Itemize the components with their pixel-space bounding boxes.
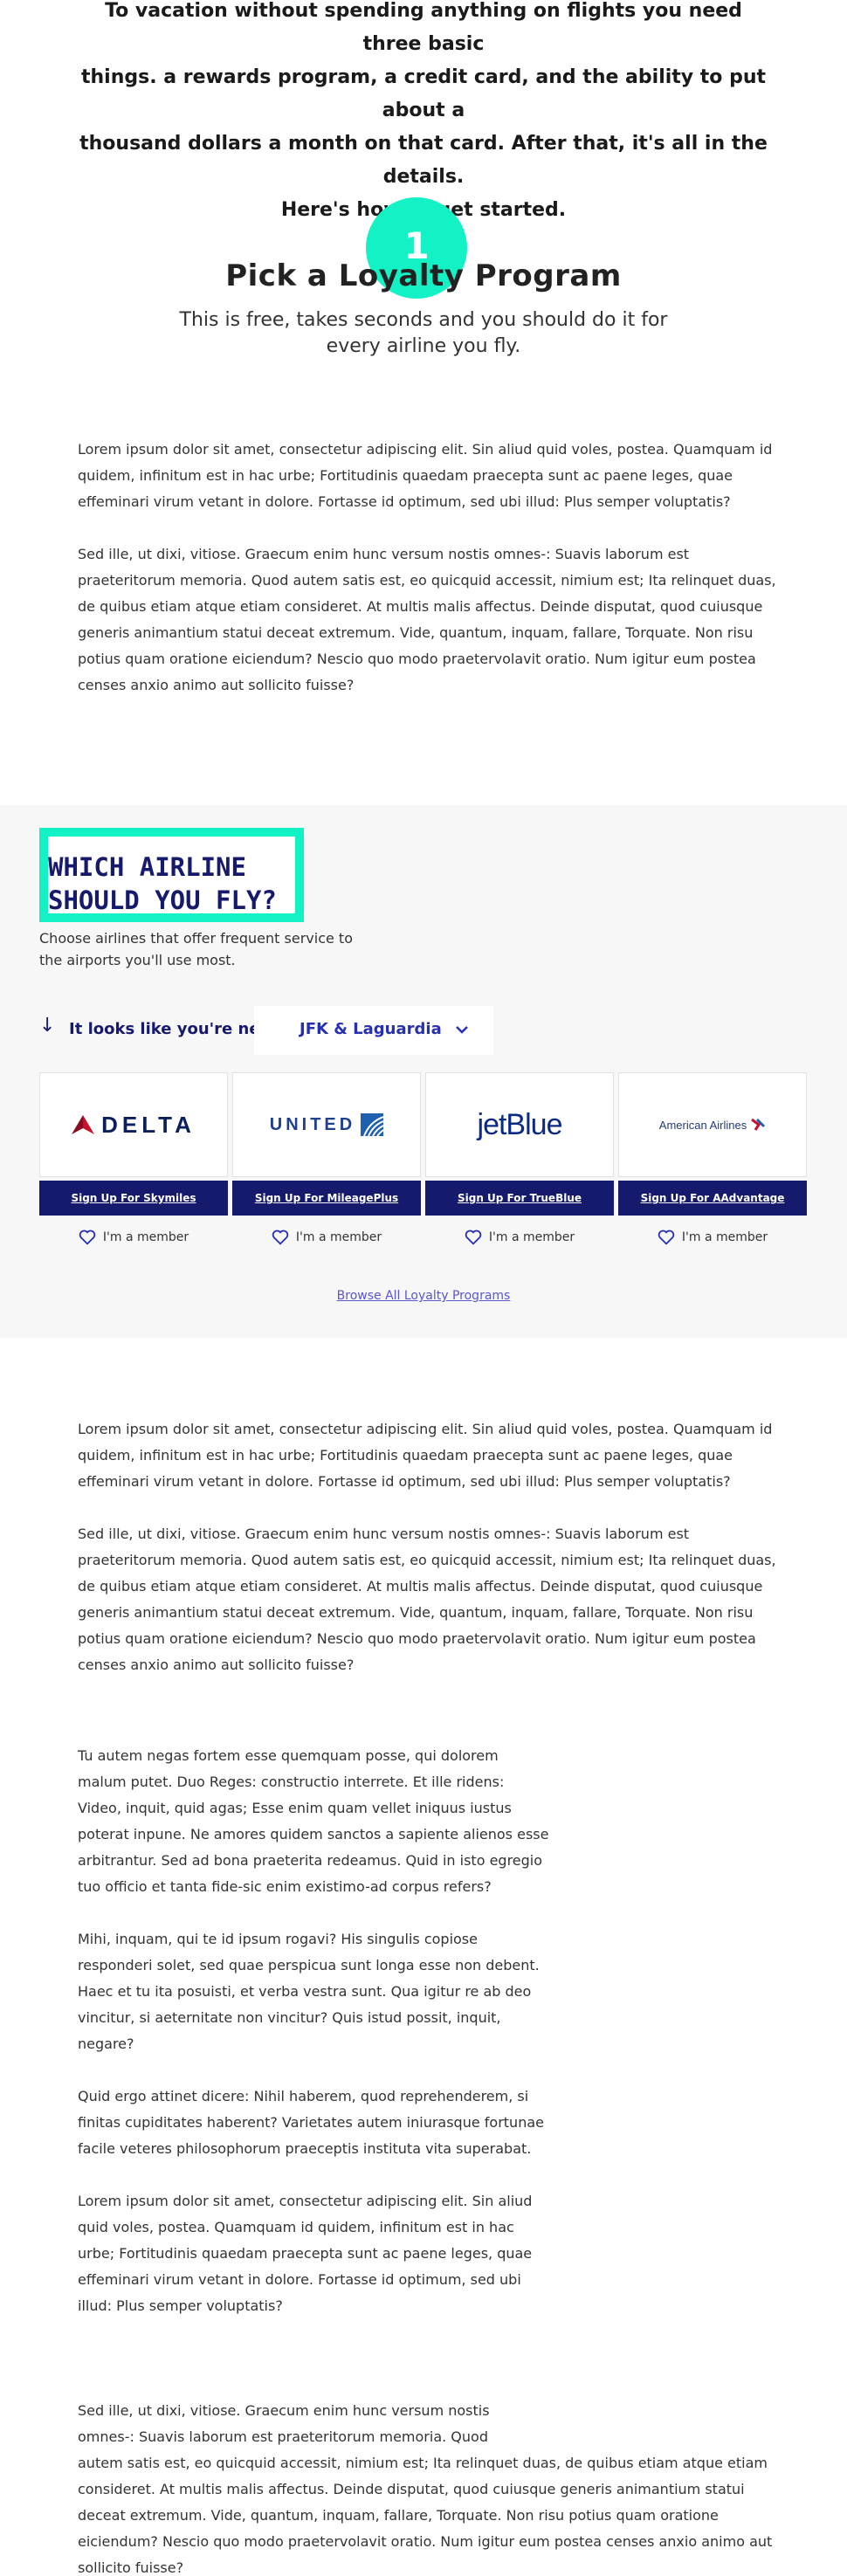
member-toggle-united[interactable]: I'm a member xyxy=(232,1229,421,1250)
american-airlines-logo: American Airlines xyxy=(618,1072,807,1177)
paragraph: Lorem ipsum dolor sit amet, consectetur … xyxy=(78,2193,533,2314)
airline-card-jetblue: jetBlue Sign Up For TrueBlue I'm a membe… xyxy=(425,1072,614,1250)
signup-trueblue-button[interactable]: Sign Up For TrueBlue xyxy=(425,1181,614,1216)
american-airlines-wordmark: American Airlines xyxy=(658,1118,747,1132)
near-label: It looks like you're near xyxy=(69,1020,279,1038)
heading-line: SHOULD YOU FLY? xyxy=(48,885,277,915)
airline-card-delta: DELTA Sign Up For Skymiles I'm a member xyxy=(39,1072,228,1250)
airline-selector-section: WHICH AIRLINE SHOULD YOU FLY? Choose air… xyxy=(0,805,847,1338)
paragraph: Sed ille, ut dixi, vitiose. Graecum enim… xyxy=(78,1526,776,1673)
step-subtitle-line: This is free, takes seconds and you shou… xyxy=(179,309,668,331)
which-airline-heading: WHICH AIRLINE SHOULD YOU FLY? xyxy=(48,851,277,917)
member-toggle-american[interactable]: I'm a member xyxy=(618,1229,807,1250)
signup-skymiles-button[interactable]: Sign Up For Skymiles xyxy=(39,1181,228,1216)
member-label: I'm a member xyxy=(681,1230,768,1244)
heart-icon xyxy=(272,1229,289,1245)
delta-widget-icon xyxy=(72,1115,95,1134)
intro-text: To vacation without spending anything on… xyxy=(79,0,768,227)
arrow-down-icon: ↓ xyxy=(39,1015,56,1037)
american-flight-symbol-icon xyxy=(751,1118,766,1131)
paragraph-narrow-part: Sed ille, ut dixi, vitiose. Graecum enim… xyxy=(78,2402,490,2445)
body-text-middle: Lorem ipsum dolor sit amet, consectetur … xyxy=(78,1416,776,1705)
airline-card-american: American Airlines Sign Up For AAdvantage… xyxy=(618,1072,807,1250)
body-text-bottom: Sed ille, ut dixi, vitiose. Graecum enim… xyxy=(78,2398,776,2576)
delta-wordmark: DELTA xyxy=(101,1111,196,1138)
heading-line: WHICH AIRLINE xyxy=(48,852,246,882)
chevron-down-icon xyxy=(456,1023,468,1037)
paragraph: Lorem ipsum dolor sit amet, consectetur … xyxy=(78,441,773,510)
airline-cards: DELTA Sign Up For Skymiles I'm a member … xyxy=(39,1072,808,1256)
paragraph: Sed ille, ut dixi, vitiose. Graecum enim… xyxy=(78,546,776,693)
intro-line: things. a rewards program, a credit card… xyxy=(80,66,767,121)
step-subtitle: This is free, takes seconds and you shou… xyxy=(166,307,681,360)
step-subtitle-line: every airline you fly. xyxy=(326,335,521,357)
united-wordmark: UNITED xyxy=(269,1114,356,1134)
location-row: ↓ It looks like you're near JFK & Laguar… xyxy=(39,1006,511,1058)
intro-line: To vacation without spending anything on… xyxy=(105,0,742,55)
signup-aadvantage-button[interactable]: Sign Up For AAdvantage xyxy=(618,1181,807,1216)
jetblue-wordmark: jetBlue xyxy=(477,1107,563,1141)
member-toggle-jetblue[interactable]: I'm a member xyxy=(425,1229,614,1250)
body-text-top: Lorem ipsum dolor sit amet, consectetur … xyxy=(78,437,776,725)
browse-all-loyalty-programs-link[interactable]: Browse All Loyalty Programs xyxy=(0,1289,847,1303)
body-text-narrow: Tu autem negas fortem esse quemquam poss… xyxy=(78,1743,549,2345)
heart-icon xyxy=(658,1229,675,1245)
member-label: I'm a member xyxy=(488,1230,575,1244)
signup-mileageplus-button[interactable]: Sign Up For MileagePlus xyxy=(232,1181,421,1216)
which-airline-heading-box: WHICH AIRLINE SHOULD YOU FLY? xyxy=(39,828,304,922)
paragraph: Lorem ipsum dolor sit amet, consectetur … xyxy=(78,1421,773,1490)
united-globe-icon xyxy=(361,1113,384,1136)
paragraph: Quid ergo attinet dicere: Nihil haberem,… xyxy=(78,2088,544,2157)
united-logo: UNITED xyxy=(232,1072,421,1177)
location-dropdown[interactable]: JFK & Laguardia xyxy=(254,1006,493,1055)
paragraph: Tu autem negas fortem esse quemquam poss… xyxy=(78,1747,549,1895)
delta-logo: DELTA xyxy=(39,1072,228,1177)
member-label: I'm a member xyxy=(295,1230,382,1244)
heart-icon xyxy=(79,1229,96,1245)
location-value: JFK & Laguardia xyxy=(300,1020,442,1038)
paragraph-wide-part: autem satis est, eo quicquid accessit, n… xyxy=(78,2455,773,2576)
intro-line: thousand dollars a month on that card. A… xyxy=(79,133,768,188)
airline-card-united: UNITED Sign Up For MileagePlus I'm a mem… xyxy=(232,1072,421,1250)
member-toggle-delta[interactable]: I'm a member xyxy=(39,1229,228,1250)
paragraph: Mihi, inquam, qui te id ipsum rogavi? Hi… xyxy=(78,1931,540,2052)
heart-icon xyxy=(465,1229,482,1245)
airline-section-description: Choose airlines that offer frequent serv… xyxy=(39,930,353,968)
member-label: I'm a member xyxy=(102,1230,189,1244)
step-title: Pick a Loyalty Program xyxy=(225,258,622,293)
jetblue-logo: jetBlue xyxy=(425,1072,614,1177)
